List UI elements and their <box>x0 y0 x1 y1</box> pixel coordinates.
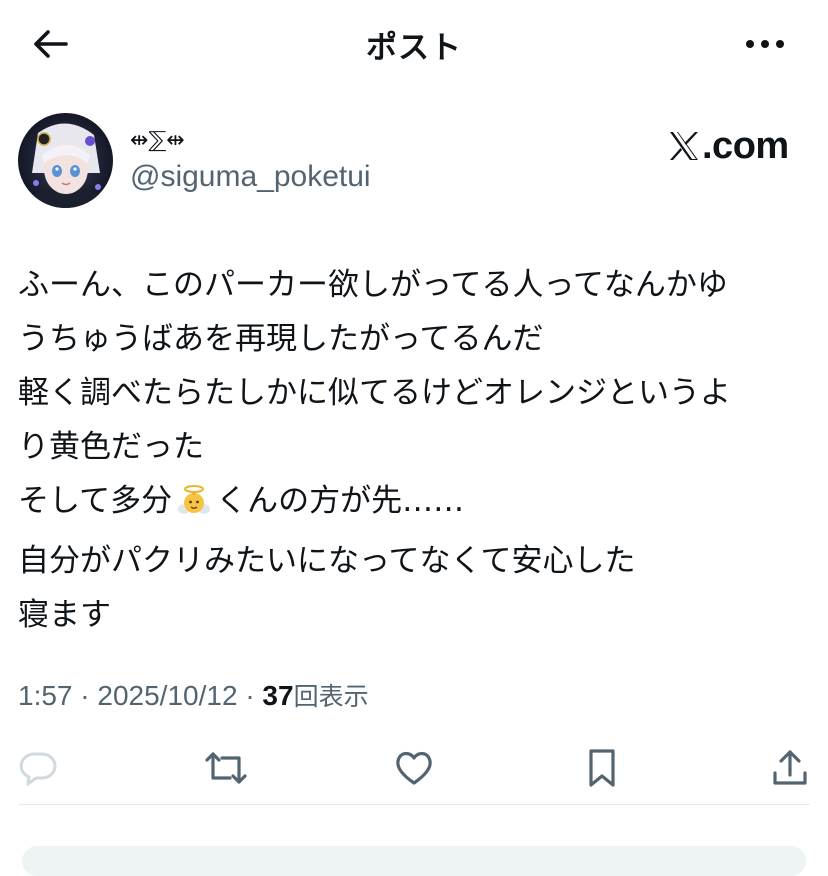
repost-button[interactable] <box>204 746 248 790</box>
post-line: ふーん、このパーカー欲しがってる人ってなんかゆ <box>18 267 728 303</box>
post-line: 軽く調べたらたしかに似てるけどオレンジというよ <box>18 375 731 411</box>
post-line-text: くんの方が先…… <box>216 483 465 519</box>
post-text: ふーん、このパーカー欲しがってる人ってなんかゆ うちゅうばあを再現したがってるん… <box>18 258 818 642</box>
more-horizontal-icon <box>746 40 784 48</box>
action-bar <box>0 740 828 796</box>
divider <box>18 804 810 805</box>
meta-separator: · <box>245 680 255 711</box>
meta-separator: · <box>80 680 90 711</box>
user-handle[interactable]: @siguma_poketui <box>130 160 371 194</box>
post-line-text: そして多分 <box>18 483 173 519</box>
avatar[interactable] <box>18 113 113 208</box>
page-title: ポスト <box>366 30 462 66</box>
post-line: り黄色だった <box>18 429 204 465</box>
repost-icon <box>205 752 247 784</box>
post-line: 自分がパクリみたいになってなくて安心した <box>18 543 636 579</box>
post-line: そして多分 くんの方が先…… <box>18 474 818 534</box>
post-meta: 1:57 · 2025/10/12 · 37回表示 <box>18 677 369 713</box>
more-options-button[interactable] <box>740 26 790 62</box>
post-line: うちゅうばあを再現したがってるんだ <box>18 321 544 357</box>
avatar-image <box>18 113 113 208</box>
baby-angel-emoji-icon <box>178 480 211 534</box>
display-name[interactable]: ⇹⅀⇹ <box>130 128 185 153</box>
reply-bubble-icon <box>19 752 57 786</box>
heart-icon <box>396 751 432 785</box>
bookmark-button[interactable] <box>580 746 624 790</box>
share-button[interactable] <box>768 746 812 790</box>
x-logo-icon <box>670 132 698 160</box>
x-com-brand: .com <box>668 124 789 168</box>
bookmark-icon <box>589 749 615 787</box>
reply-composer[interactable] <box>22 846 806 876</box>
view-label: 回表示 <box>293 682 369 711</box>
post-date: 2025/10/12 <box>97 680 238 711</box>
post-line: 寝ます <box>18 597 111 633</box>
top-bar: ポスト <box>0 0 828 88</box>
brand-text: .com <box>702 124 789 167</box>
view-count: 37 <box>262 680 294 711</box>
like-button[interactable] <box>392 746 436 790</box>
share-icon <box>773 750 807 785</box>
reply-button[interactable] <box>16 746 60 790</box>
post-time: 1:57 <box>18 680 73 711</box>
